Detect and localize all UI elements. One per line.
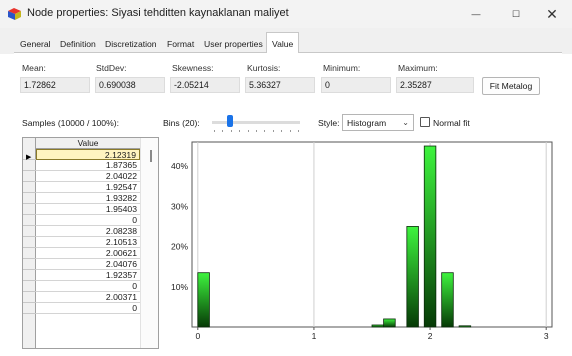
histogram-chart: 10% 20% 30% 40% 0 1 2 3 (171, 141, 553, 341)
slider-tick (289, 130, 291, 132)
window-title: Node properties: Siyasi tehditten kaynak… (27, 7, 289, 19)
bins-slider-track[interactable] (212, 121, 300, 124)
histogram-bar (458, 325, 472, 328)
chevron-down-icon: ⌄ (402, 118, 409, 127)
bins-label: Bins (20): (163, 118, 200, 128)
slider-tick (214, 130, 215, 132)
skewness-label: Skewness: (172, 63, 214, 73)
grid-cell-value[interactable]: 1.95403 (36, 204, 140, 215)
grid-cell-value[interactable]: 0 (36, 281, 140, 292)
mean-label: Mean: (22, 63, 46, 73)
grid-cell-value[interactable]: 0 (36, 215, 140, 226)
slider-tick (256, 130, 257, 132)
maximum-value[interactable]: 2.35287 (396, 77, 474, 93)
plot-area (191, 141, 553, 328)
grid-cell-value[interactable]: 1.92357 (36, 270, 140, 281)
grid-column-header[interactable]: Value (36, 138, 140, 149)
row-header-cell[interactable] (23, 171, 36, 182)
slider-tick (247, 130, 249, 132)
minimum-value[interactable]: 0 (321, 77, 391, 93)
current-row-pointer-icon: ▶ (26, 154, 32, 161)
grid-cell-value[interactable]: 2.00371 (36, 292, 140, 303)
slider-tick (222, 130, 224, 132)
maximum-label: Maximum: (398, 63, 438, 73)
grid-cell-value[interactable]: 2.10513 (36, 237, 140, 248)
maximize-button[interactable]: ☐ (500, 3, 532, 25)
y-tick-label: 20% (171, 242, 188, 252)
grid-cell-value[interactable]: 1.87365 (36, 160, 140, 171)
histogram-bar (197, 272, 210, 328)
samples-grid[interactable]: Value 2.12319 1.87365 2.04022 1.92547 1.9328… (22, 137, 159, 349)
grid-cell-value[interactable]: 2.00621 (36, 248, 140, 259)
row-header-cell[interactable] (23, 182, 36, 193)
x-tick-label: 1 (312, 331, 317, 341)
skewness-value[interactable]: -2.05214 (170, 77, 240, 93)
x-tick-label: 0 (195, 331, 200, 341)
row-header-cell[interactable] (23, 292, 36, 303)
slider-tick (230, 130, 232, 132)
row-header-cell[interactable] (23, 303, 36, 314)
row-header-cell[interactable] (23, 259, 36, 270)
stddev-label: StdDev: (96, 63, 127, 73)
grid-cell-value[interactable]: 2.12319 (36, 149, 140, 160)
grid-cell-value[interactable]: 2.08238 (36, 226, 140, 237)
grid-cell-value[interactable]: 1.93282 (36, 193, 140, 204)
x-tick-label: 2 (428, 331, 433, 341)
tab-definition[interactable]: Definition (57, 35, 99, 52)
minimum-label: Minimum: (323, 63, 361, 73)
mean-value[interactable]: 1.72862 (20, 77, 90, 93)
tab-value[interactable]: Value (266, 32, 300, 55)
row-header-cell[interactable] (23, 237, 36, 248)
grid-cell-value[interactable]: 0 (36, 303, 140, 314)
slider-tick (272, 130, 274, 132)
kurtosis-label: Kurtosis: (247, 63, 281, 73)
fit-metalog-button[interactable]: Fit Metalog (482, 77, 540, 95)
grid-scrollbar-thumb[interactable] (150, 150, 152, 162)
row-header-cell[interactable] (23, 193, 36, 204)
stddev-value[interactable]: 0.690038 (95, 77, 165, 93)
y-tick-label: 10% (171, 282, 188, 292)
slider-tick (239, 130, 241, 132)
grid-cell-value[interactable]: 1.92547 (36, 182, 140, 193)
row-header-cell[interactable] (23, 248, 36, 259)
histogram-bar (383, 318, 396, 328)
kurtosis-value[interactable]: 5.36327 (245, 77, 315, 93)
grid-cell-value[interactable]: 2.04076 (36, 259, 140, 270)
row-header-cell[interactable] (23, 215, 36, 226)
histogram-bar (406, 226, 419, 328)
row-header-cell[interactable] (23, 270, 36, 281)
normal-fit-label[interactable]: Normal fit (433, 118, 470, 128)
y-tick-label: 40% (171, 161, 188, 171)
tab-format[interactable]: Format (164, 35, 197, 52)
tab-discretization[interactable]: Discretization (102, 35, 160, 52)
histogram-bar (441, 272, 454, 328)
grid-cell-value[interactable]: 2.04022 (36, 171, 140, 182)
app-logo-icon (8, 8, 21, 20)
row-header-cell[interactable] (23, 281, 36, 292)
style-select[interactable]: Histogram ⌄ (342, 114, 414, 131)
samples-label: Samples (10000 / 100%): (22, 118, 119, 128)
row-header-cell[interactable] (23, 204, 36, 215)
tab-general[interactable]: General (17, 35, 54, 52)
close-button[interactable]: ✕ (536, 3, 568, 25)
x-tick-label: 3 (544, 331, 549, 341)
slider-tick (281, 130, 283, 132)
row-header-cell[interactable] (23, 160, 36, 171)
histogram-bar (423, 145, 437, 328)
bins-slider-thumb[interactable] (226, 115, 233, 127)
slider-tick (264, 130, 266, 132)
row-header-cell[interactable] (23, 226, 36, 237)
normal-fit-checkbox[interactable] (420, 117, 430, 127)
y-tick-label: 30% (171, 201, 188, 211)
slider-tick (298, 130, 299, 132)
histogram-bar (371, 324, 385, 328)
grid-vertical-scrollbar[interactable] (140, 138, 158, 348)
tab-user-properties[interactable]: User properties (201, 35, 266, 52)
style-label: Style: (318, 118, 340, 128)
style-selected-value: Histogram (347, 117, 387, 128)
minimize-button[interactable]: — (460, 3, 492, 25)
